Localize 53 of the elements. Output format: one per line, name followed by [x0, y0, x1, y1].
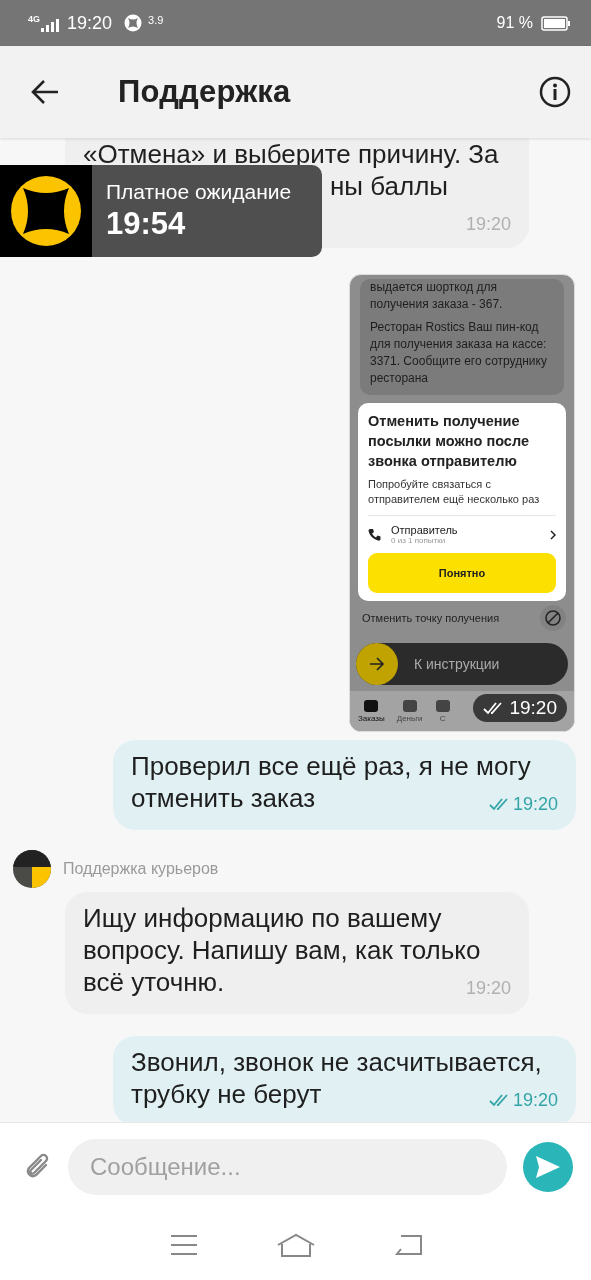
tab-icon [363, 699, 380, 713]
app-screenshot[interactable] [349, 274, 575, 732]
info-button[interactable] [539, 76, 571, 108]
arrow-right-icon [369, 657, 385, 671]
network-type: 4G [28, 14, 40, 24]
back-arrow-icon [30, 79, 60, 105]
screen-title: Поддержка [118, 74, 291, 110]
clock: 19:20 [67, 12, 113, 34]
waiting-timer: 19:54 [106, 206, 187, 242]
incoming-message: Ищу информацию по вашему вопросу. Напишу вам, как только всё уточню. 19:20 [65, 892, 529, 1014]
sender-name: Поддержка курьеров [63, 860, 219, 878]
notification-text: Ресторан Rostics Ваш пин-код для получения заказа на кассе: 3371. Сообщите его сотруднику ресторана [370, 319, 548, 387]
contact-name: Отправитель [391, 524, 459, 536]
send-icon [535, 1154, 561, 1179]
waiting-logo-icon [11, 176, 81, 246]
notification-text: выдается шорткод для получения заказа - 367. [370, 279, 504, 313]
dialog-text: Попробуйте связаться с отправителем ещё несколько раз [368, 477, 541, 507]
info-icon [539, 76, 571, 108]
menu-icon[interactable] [168, 1233, 199, 1257]
call-attempts: 0 из 1 попытки [391, 536, 447, 545]
slider-thumb[interactable] [356, 643, 398, 685]
battery-icon [541, 15, 571, 31]
chevron-right-icon [550, 529, 556, 540]
message-input[interactable]: Сообщение... [68, 1138, 507, 1195]
network-speed: 3.9 [148, 14, 164, 26]
app-notification-icon [124, 14, 143, 32]
back-icon[interactable] [392, 1233, 423, 1257]
cancel-pickup-label: Отменить точку получения [362, 612, 500, 624]
outgoing-message: Звонил, звонок не засчитывается, трубку не берут 19:20 [113, 1036, 576, 1122]
instructions-slider[interactable]: К инструкции [356, 643, 568, 685]
time-badge: 19:20 [473, 694, 567, 722]
tab-icon [434, 699, 451, 713]
message-time: 19:20 [488, 1084, 558, 1116]
banner-label: Платное ожидание [106, 180, 293, 204]
message-time: 19:20 [465, 977, 511, 1000]
nav-tab[interactable]: С [434, 699, 451, 723]
battery-percent: 91 % [496, 14, 533, 32]
double-check-icon [488, 797, 511, 811]
message-time: 19:20 [465, 213, 511, 236]
tab-icon [401, 699, 418, 713]
phone-icon [368, 528, 381, 541]
nav-tab[interactable]: Заказы [358, 699, 385, 723]
outgoing-message: Проверил все ещё раз, я не могу отменить заказ 19:20 [113, 740, 576, 830]
got-it-button[interactable]: Понятно [368, 553, 556, 593]
double-check-icon [488, 1093, 511, 1107]
back-button[interactable] [30, 79, 60, 105]
message-text: ны баллы [330, 170, 449, 202]
prohibited-icon[interactable] [540, 605, 566, 631]
nav-tab[interactable]: Деньги [396, 699, 423, 723]
home-icon[interactable] [275, 1232, 316, 1258]
message-time: 19:20 [488, 788, 558, 820]
dialog-title: Отменить получение посылки можно после звонка отправителю [368, 412, 530, 471]
avatar [13, 850, 51, 888]
